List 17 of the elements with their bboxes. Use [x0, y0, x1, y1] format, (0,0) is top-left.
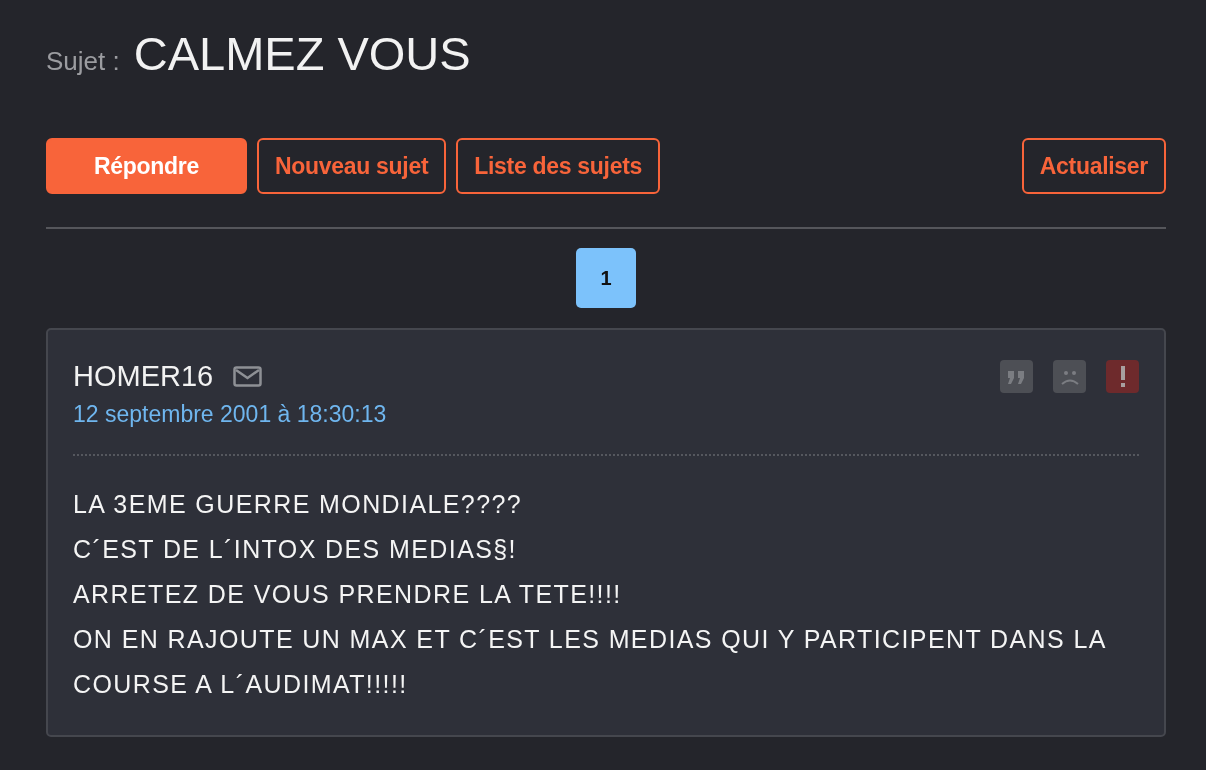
quote-marks-icon [1006, 368, 1027, 385]
envelope-icon[interactable] [233, 366, 263, 387]
action-button[interactable]: Nouveau sujet [256, 138, 447, 194]
report-button[interactable] [1106, 360, 1139, 393]
action-button[interactable]: Actualiser [1021, 138, 1166, 194]
post-text-line: C´EST DE L´INTOX DES MEDIAS§! [73, 534, 518, 565]
post-date: 12 septembre 2001 à 18:30:13 [73, 401, 387, 428]
reply-button[interactable]: Répondre [46, 138, 247, 194]
author-name[interactable]: HOMER16 [73, 360, 214, 393]
post-text-line: ARRETEZ DE VOUS PRENDRE LA TETE!!!! [73, 579, 623, 610]
topic-title: CALMEZ VOUS [133, 26, 471, 81]
post-text-line: LA 3EME GUERRE MONDIALE???? [73, 489, 524, 520]
action-button[interactable]: Liste des sujets [456, 138, 661, 194]
post-text-line: ON EN RAJOUTE UN MAX ET C´EST LES MEDIAS QUI Y PARTICIPENT DANS LA COURSE A L´AUDIMAT!!!!! [73, 624, 1107, 700]
page-button[interactable]: 1 [576, 248, 636, 308]
subject-label: Sujet : [46, 46, 120, 77]
exclamation-icon [1119, 365, 1126, 388]
